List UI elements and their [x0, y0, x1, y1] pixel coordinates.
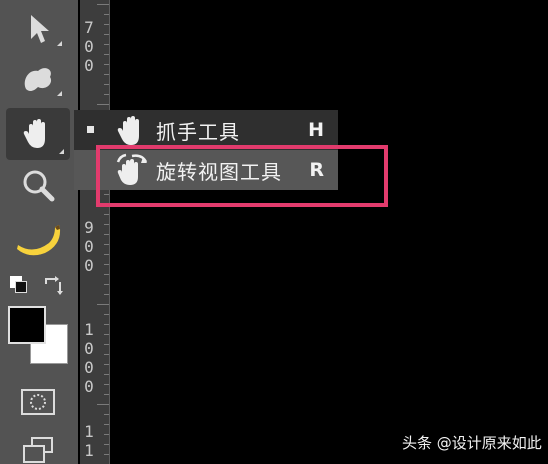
foreground-color-swatch[interactable] — [8, 306, 46, 344]
ruler-tick — [104, 94, 109, 95]
move-tool-button[interactable] — [8, 6, 68, 52]
ruler-tick — [104, 244, 109, 245]
selected-indicator — [87, 126, 94, 133]
ruler-tick — [104, 294, 109, 295]
screen-mode-button[interactable] — [8, 430, 68, 464]
toolbar — [0, 0, 78, 464]
menu-item-label: 抓手工具 — [156, 119, 240, 144]
more-tools-indicator — [57, 41, 62, 46]
lasso-icon — [24, 68, 52, 91]
ruler-tick — [104, 64, 109, 65]
vertical-ruler[interactable]: 700 900 1000 11 — [80, 0, 110, 464]
ruler-label-1000: 1000 — [84, 320, 94, 396]
ruler-tick — [104, 354, 109, 355]
banana-icon — [17, 225, 61, 256]
watermark-text: 头条 @设计原来如此 — [402, 434, 542, 452]
quick-mask-button[interactable] — [8, 380, 68, 424]
zoom-tool-button[interactable] — [8, 162, 68, 208]
ruler-tick — [104, 24, 109, 25]
ruler-tick — [104, 384, 109, 385]
ruler-tick — [104, 274, 109, 275]
annotation-highlight-box — [96, 145, 388, 207]
ruler-label-1100: 11 — [84, 422, 94, 460]
ruler-tick — [97, 304, 109, 305]
more-tools-indicator — [57, 91, 62, 96]
ruler-tick — [104, 14, 109, 15]
screen-mode-icon — [23, 437, 53, 463]
magnifier-icon — [23, 170, 55, 202]
more-tools-indicator — [59, 149, 64, 154]
lasso-tool-button[interactable] — [8, 56, 68, 102]
ruler-tick — [104, 224, 109, 225]
ruler-tick — [104, 414, 109, 415]
ruler-tick — [104, 334, 109, 335]
hand-tool-button[interactable] — [6, 108, 70, 160]
ruler-tick — [104, 74, 109, 75]
shortcut-key: H — [308, 119, 324, 141]
hand-icon — [23, 119, 45, 148]
menu-item-hand-tool[interactable]: 抓手工具 H — [74, 110, 338, 150]
ruler-tick — [104, 424, 109, 425]
banana-tool-button[interactable] — [8, 216, 68, 262]
arrow-icon — [31, 15, 49, 43]
ruler-label-900: 900 — [84, 218, 94, 275]
ruler-tick — [104, 254, 109, 255]
ruler-tick — [104, 324, 109, 325]
ruler-tick — [104, 284, 109, 285]
ruler-tick — [104, 44, 109, 45]
ruler-label-700: 700 — [84, 18, 94, 75]
ruler-tick — [104, 434, 109, 435]
ruler-tick — [104, 314, 109, 315]
default-colors-icon[interactable] — [10, 276, 30, 296]
ruler-tick — [104, 54, 109, 55]
ruler-tick — [104, 444, 109, 445]
ruler-tick — [104, 234, 109, 235]
ruler-tick — [104, 214, 109, 215]
ruler-tick — [104, 364, 109, 365]
ruler-tick — [97, 104, 109, 105]
hand-icon — [117, 116, 139, 145]
ruler-tick — [104, 344, 109, 345]
ruler-tick — [104, 264, 109, 265]
ruler-tick — [97, 4, 109, 5]
quick-mask-icon — [21, 389, 55, 415]
ruler-tick — [104, 394, 109, 395]
ruler-tick — [104, 374, 109, 375]
swap-colors-icon[interactable] — [42, 274, 66, 298]
ruler-tick — [104, 84, 109, 85]
ruler-tick — [104, 34, 109, 35]
ruler-tick — [104, 454, 109, 455]
ruler-tick — [97, 404, 109, 405]
